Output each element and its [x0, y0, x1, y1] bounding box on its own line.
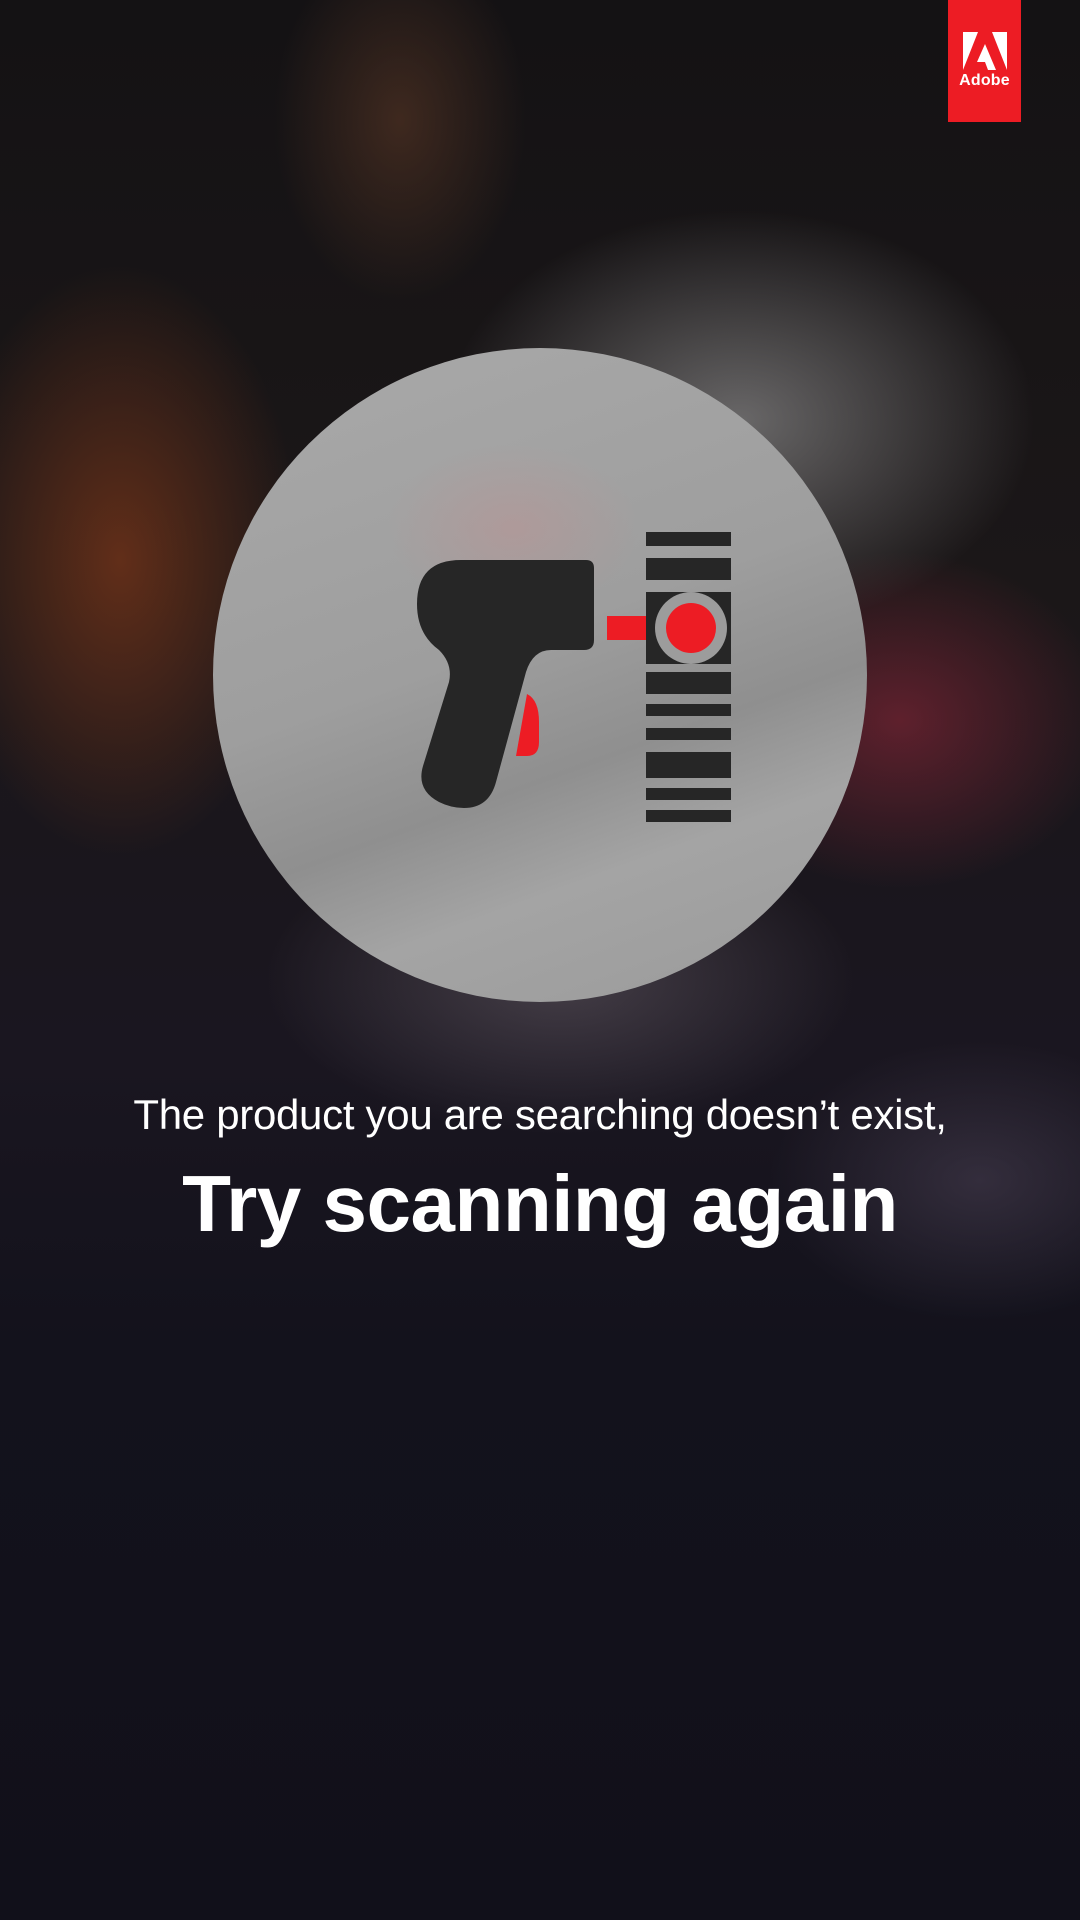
- adobe-a-icon: [962, 32, 1007, 70]
- barcode-scanner-icon: [396, 532, 731, 822]
- scanner-illustration-circle: [213, 348, 867, 1002]
- adobe-logo-text: Adobe: [959, 72, 1010, 89]
- error-message: The product you are searching doesn’t ex…: [0, 1085, 1080, 1251]
- error-description: The product you are searching doesn’t ex…: [133, 1091, 947, 1138]
- adobe-logo: Adobe: [948, 0, 1021, 122]
- retry-heading: Try scanning again: [182, 1159, 898, 1248]
